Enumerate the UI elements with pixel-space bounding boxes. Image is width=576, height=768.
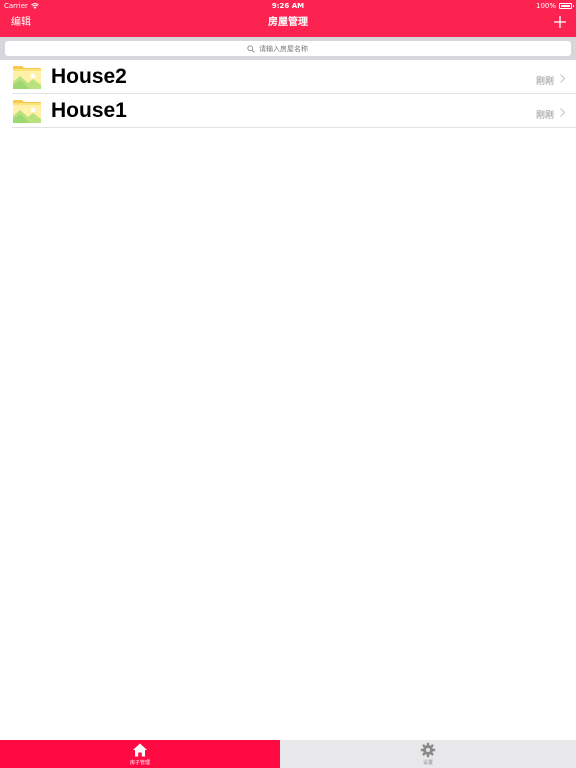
tab-label: 房子管理 <box>129 760 150 766</box>
list-item-house2[interactable]: House2 刚刚 <box>0 60 576 94</box>
plus-icon[interactable] <box>552 13 568 31</box>
chevron-right-icon <box>560 74 566 83</box>
nav-bar: 编辑 房屋管理 <box>0 12 576 37</box>
folder-image-icon <box>13 100 41 123</box>
tab-house-management[interactable]: 房子管理 <box>0 740 280 768</box>
status-bar: Carrier 9:26 AM 100% <box>0 0 576 12</box>
house-time: 刚刚 <box>535 77 554 87</box>
house-time: 刚刚 <box>535 111 554 121</box>
house-list: House2 刚刚 House1 刚刚 <box>0 60 576 128</box>
page-title: 房屋管理 <box>268 17 308 28</box>
status-time: 9:26 AM <box>271 2 305 10</box>
battery-icon <box>559 3 574 9</box>
folder-image-icon <box>13 66 41 89</box>
list-item-house1[interactable]: House1 刚刚 <box>0 94 576 128</box>
tab-bar: 房子管理 设置 <box>0 740 576 768</box>
search-bar <box>0 37 576 60</box>
battery-percent: 100% <box>535 2 556 10</box>
chevron-right-icon <box>560 108 566 117</box>
row-divider <box>12 127 576 128</box>
status-right: 100% <box>535 0 574 12</box>
search-icon <box>247 44 255 53</box>
house-name: House2 <box>51 65 127 88</box>
gear-icon <box>420 742 436 758</box>
home-icon <box>133 743 147 757</box>
header: Carrier 9:26 AM 100% 编辑 房屋管理 <box>0 0 576 37</box>
tab-settings[interactable]: 设置 <box>280 740 576 768</box>
search-input[interactable] <box>259 44 329 53</box>
search-field[interactable] <box>5 41 571 56</box>
house-name: House1 <box>51 99 127 122</box>
tab-label: 设置 <box>422 760 433 766</box>
